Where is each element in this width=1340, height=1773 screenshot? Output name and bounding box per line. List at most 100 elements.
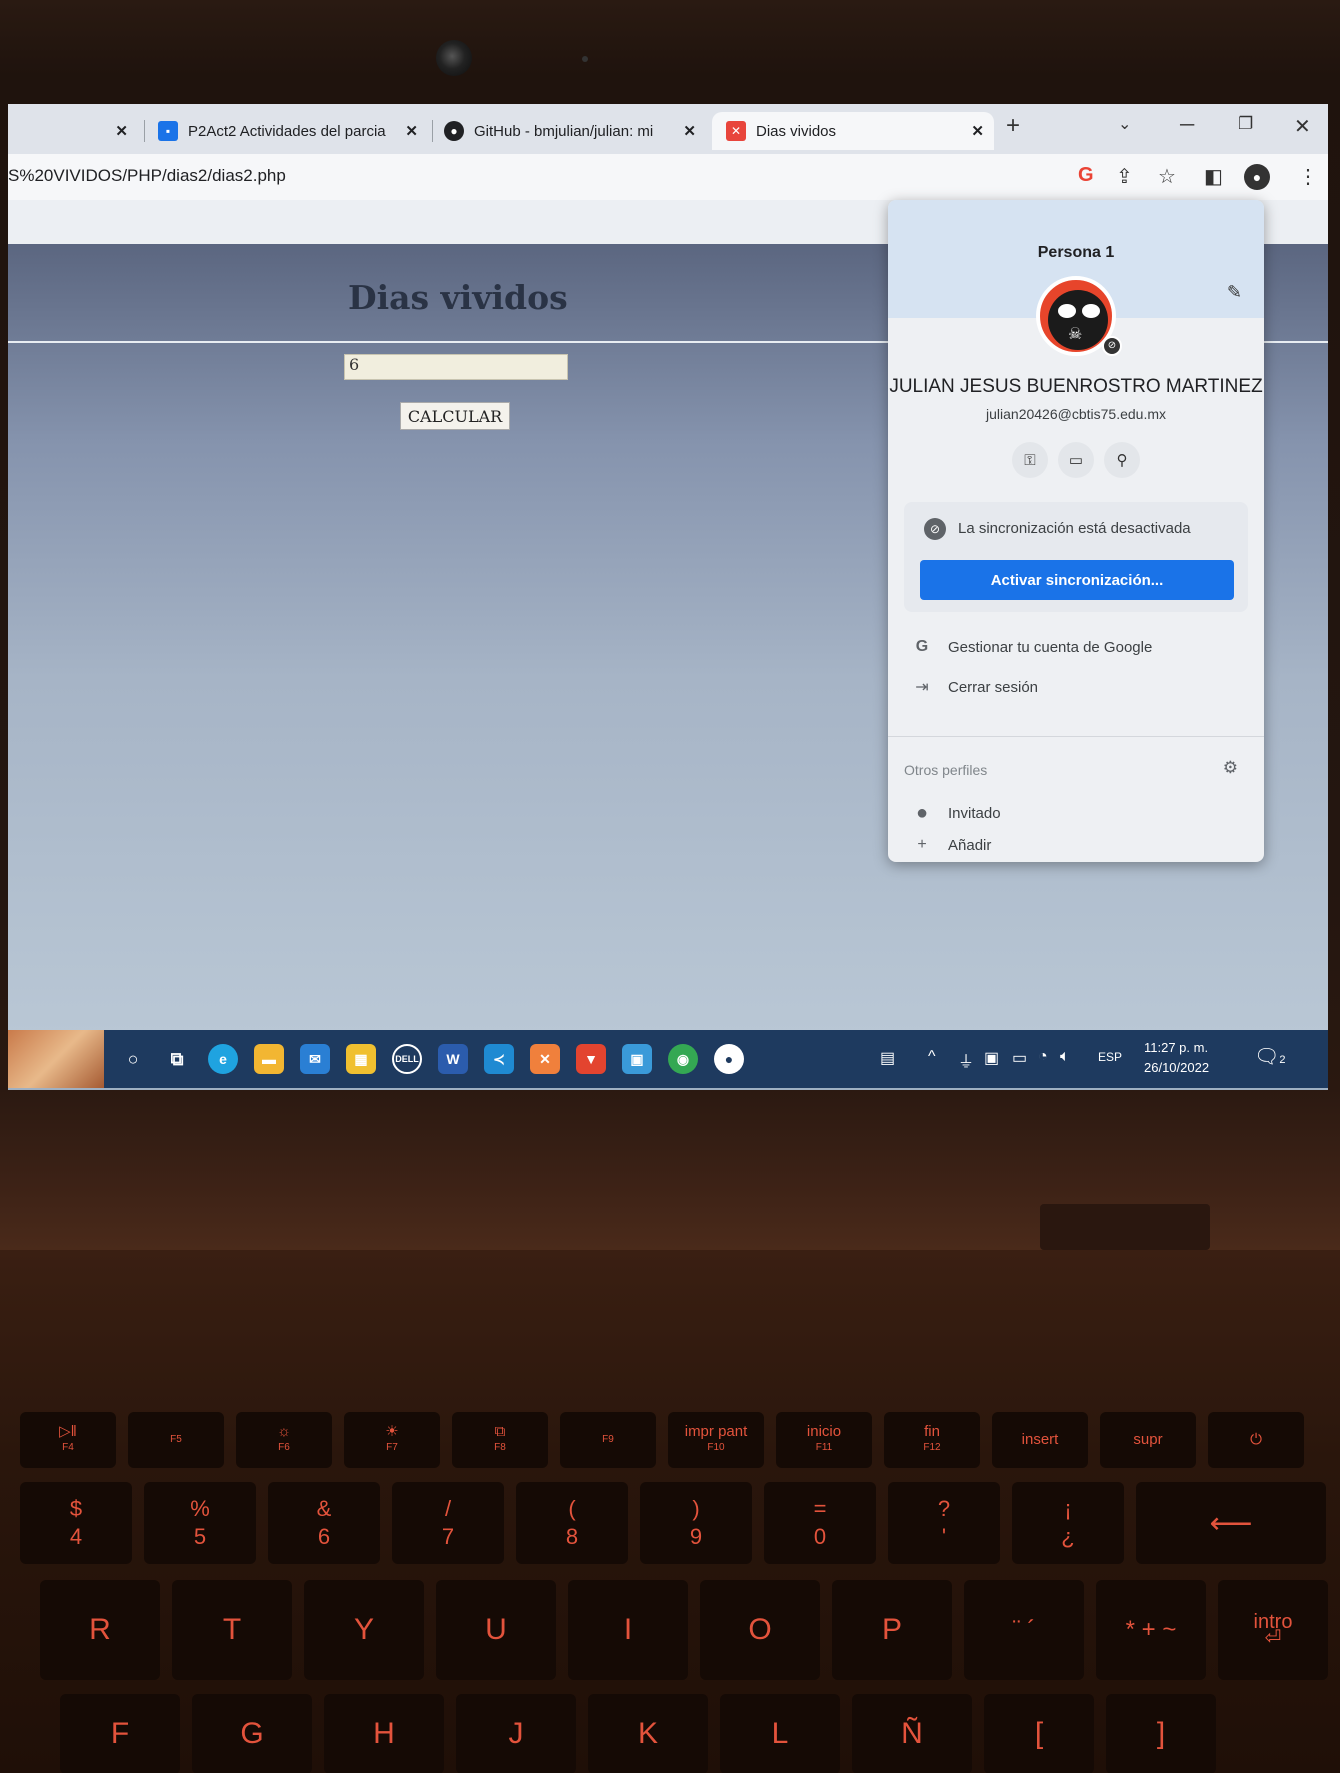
word-icon[interactable]: W [438,1044,468,1074]
minimize-icon[interactable]: ─ [1180,114,1194,137]
activate-sync-button[interactable]: Activar sincronización... [920,560,1234,600]
security-icon[interactable]: ▣ [984,1048,999,1068]
key-home[interactable]: inicio F11 [776,1412,872,1468]
key-f8[interactable]: ⧉ F8 [452,1412,548,1468]
key-label: J [508,1717,524,1750]
close-window-icon[interactable]: ✕ [1294,114,1311,139]
wifi-icon[interactable]: ◔ [1038,1048,1048,1066]
key-u[interactable]: U [436,1580,556,1680]
show-hidden-icons-chevron-icon[interactable]: ^ [928,1048,936,1066]
key-inverted-question[interactable]: ¡ ¿ [1012,1482,1124,1564]
edge-icon[interactable]: e [208,1044,238,1074]
calcular-button[interactable]: CALCULAR [400,402,510,430]
tab-close-icon[interactable]: ✕ [115,122,128,140]
key-backspace[interactable]: ⟵ [1136,1482,1326,1564]
tab-close-icon[interactable]: ✕ [683,122,696,140]
key-r[interactable]: R [40,1580,160,1680]
add-profile[interactable]: + Añadir [888,828,1264,862]
task-view-icon[interactable]: ⧉ [162,1044,192,1074]
key-g[interactable]: G [192,1694,312,1773]
github-desktop-icon[interactable]: ● [714,1044,744,1074]
passwords-key-icon[interactable]: ⚿ [1012,442,1048,478]
notifications-icon[interactable]: 🗨︎2 [1254,1044,1286,1069]
key-end[interactable]: fin F12 [884,1412,980,1468]
key-8[interactable]: (8 [516,1482,628,1564]
key-t[interactable]: T [172,1580,292,1680]
days-input[interactable]: 6 [344,354,568,380]
cortana-circle-icon[interactable]: ○ [118,1044,148,1074]
key-power[interactable]: ⏻ [1208,1412,1304,1468]
key-y[interactable]: Y [304,1580,424,1680]
key-bracket-open[interactable]: [ [984,1694,1094,1773]
key-o[interactable]: O [700,1580,820,1680]
share-icon[interactable]: ⇪ [1116,164,1133,189]
key-j[interactable]: J [456,1694,576,1773]
key-print-screen[interactable]: impr pant F10 [668,1412,764,1468]
key-4[interactable]: $4 [20,1482,132,1564]
clock[interactable]: 11:27 p. m. 26/10/2022 [1144,1038,1209,1078]
dell-icon[interactable]: DELL [392,1044,422,1074]
key-l[interactable]: L [720,1694,840,1773]
key-insert[interactable]: insert [992,1412,1088,1468]
key-f[interactable]: F [60,1694,180,1773]
profile-avatar-icon[interactable]: ● [1244,164,1270,190]
key-enter[interactable]: intro ⏎ [1218,1580,1328,1680]
chrome-icon[interactable]: ◉ [668,1044,698,1074]
key-f5[interactable]: F5 [128,1412,224,1468]
key-h[interactable]: H [324,1694,444,1773]
key-p[interactable]: P [832,1580,952,1680]
key-6[interactable]: & 6 [268,1482,380,1564]
restore-icon[interactable]: ❐ [1238,114,1253,134]
side-panel-icon[interactable]: ◧ [1204,164,1223,189]
key-f9[interactable]: F9 [560,1412,656,1468]
tab-dias-vividos[interactable]: ✕ Dias vividos ✕ [712,112,994,150]
key-accent[interactable]: ¨ ´ [964,1580,1084,1680]
key-bracket-close[interactable]: ] [1106,1694,1216,1773]
file-explorer-icon[interactable]: ▬ [254,1044,284,1074]
key-f4[interactable]: ▷‖ F4 [20,1412,116,1468]
volume-icon[interactable]: 🔈︎ [1060,1048,1070,1066]
key-f6[interactable]: ☼ F6 [236,1412,332,1468]
usb-icon[interactable]: ⏚ [958,1048,974,1072]
tab-label: P2Act2 Actividades del parcia [188,122,386,140]
guest-profile[interactable]: ● Invitado [888,796,1264,830]
key-apostrophe[interactable]: ? ' [888,1482,1000,1564]
tab-close-icon[interactable]: ✕ [971,122,984,140]
brave-icon[interactable]: ▼ [576,1044,606,1074]
store-icon[interactable]: ▦ [346,1044,376,1074]
tab-partial[interactable]: ✕ [8,112,138,150]
news-widget-icon[interactable]: ▤ [880,1048,895,1068]
edit-pencil-icon[interactable]: ✎ [1227,282,1242,303]
key-plus[interactable]: * + ~ [1096,1580,1206,1680]
tab-search-chevron-icon[interactable]: ⌄ [1118,114,1131,134]
key-delete[interactable]: supr [1100,1412,1196,1468]
url-text[interactable]: S%20VIVIDOS/PHP/dias2/dias2.php [8,166,286,186]
payment-card-icon[interactable]: ▭ [1058,442,1094,478]
key-0[interactable]: = 0 [764,1482,876,1564]
xampp-icon[interactable]: ✕ [530,1044,560,1074]
battery-icon[interactable]: ▭ [1012,1048,1027,1068]
tab-p2act2[interactable]: ▪ P2Act2 Actividades del parcia ✕ [158,112,428,150]
mail-icon[interactable]: ✉ [300,1044,330,1074]
vscode-icon[interactable]: ≺ [484,1044,514,1074]
gear-icon[interactable]: ⚙ [1223,758,1238,778]
key-7[interactable]: /7 [392,1482,504,1564]
key-f7[interactable]: ☀ F7 [344,1412,440,1468]
new-tab-button[interactable]: + [1006,112,1020,140]
key-9[interactable]: ) 9 [640,1482,752,1564]
google-translate-icon[interactable]: G [1078,164,1094,187]
chrome-menu-icon[interactable]: ⋮ [1298,164,1318,189]
tab-close-icon[interactable]: ✕ [405,122,418,140]
photos-icon[interactable]: ▣ [622,1044,652,1074]
manage-google-account[interactable]: G Gestionar tu cuenta de Google [888,630,1264,664]
bookmark-star-icon[interactable]: ☆ [1158,164,1176,189]
key-k[interactable]: K [588,1694,708,1773]
key-enye[interactable]: Ñ [852,1694,972,1773]
tab-github[interactable]: ● GitHub - bmjulian/julian: mi ✕ [444,112,706,150]
language-indicator[interactable]: ESP [1098,1050,1122,1064]
key-label: I [623,1613,633,1646]
sign-out[interactable]: ⇥ Cerrar sesión [888,670,1264,704]
addresses-pin-icon[interactable]: ⚲ [1104,442,1140,478]
key-i[interactable]: I [568,1580,688,1680]
key-5[interactable]: % 5 [144,1482,256,1564]
